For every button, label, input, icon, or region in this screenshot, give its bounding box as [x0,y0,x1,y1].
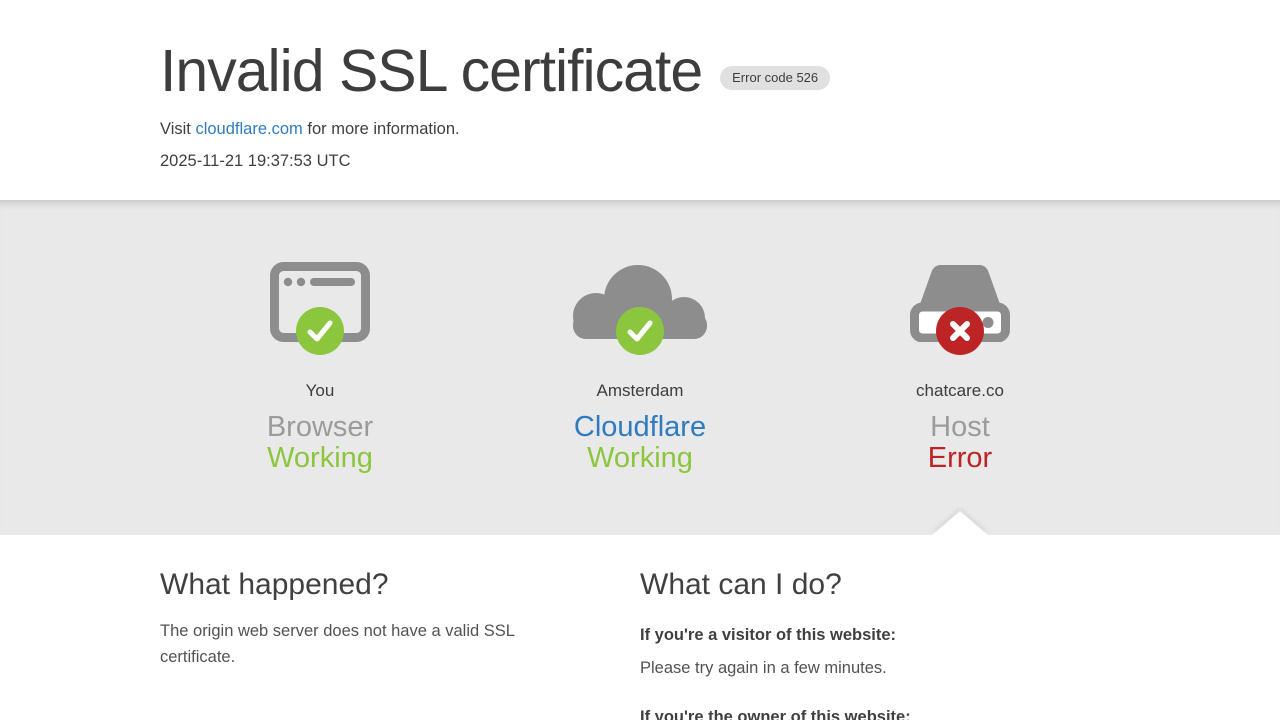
status-column-browser: You Browser Working [160,262,480,474]
check-icon [627,320,653,342]
section-pointer-triangle [932,511,988,535]
error-code-badge: Error code 526 [720,66,831,90]
check-circle-icon [616,307,664,355]
node-name: You [305,381,335,400]
visit-prefix: Visit [160,120,196,138]
node-role: Cloudflare [480,412,800,443]
node-name: chatcare.co [916,381,1004,400]
node-state: Error [927,442,993,474]
error-circle-icon [936,307,984,355]
details-section: What happened? The origin web server doe… [0,535,1280,720]
page-title: Invalid SSL certificate [160,38,703,104]
status-column-host: chatcare.co Host Error [800,262,1120,474]
timestamp: 2025-11-21 19:37:53 UTC [160,152,351,170]
visit-line: Visit cloudflare.com for more informatio… [160,120,1120,139]
what-happened-body: The origin web server does not have a va… [160,622,515,666]
node-state: Working [587,442,693,474]
visitor-label: If you're a visitor of this website: [640,626,897,644]
cloudflare-role-link[interactable]: Cloudflare [574,411,706,443]
title-row: Invalid SSL certificate Error code 526 [160,0,1120,104]
status-column-cloudflare: Amsterdam Cloudflare Working [480,262,800,474]
what-can-i-do-heading: What can I do? [640,568,842,601]
check-icon [307,320,333,342]
owner-label: If you're the owner of this website: [640,708,911,720]
what-happened-heading: What happened? [160,568,389,601]
node-role: Browser [266,411,374,443]
visit-suffix: for more information. [302,120,460,138]
node-role: Host [930,411,990,443]
what-happened-column: What happened? The origin web server doe… [160,567,640,720]
visitor-body: Please try again in a few minutes. [640,659,887,677]
node-name: Amsterdam [596,381,684,400]
header-section: Invalid SSL certificate Error code 526 V… [0,0,1280,200]
cross-icon [950,321,970,341]
node-state: Working [267,442,373,474]
cloudflare-link[interactable]: cloudflare.com [195,120,302,138]
status-section: You Browser Working Amsterdam Cloudflare… [0,200,1280,535]
check-circle-icon [296,307,344,355]
what-can-i-do-column: What can I do? If you're a visitor of th… [640,567,1120,720]
